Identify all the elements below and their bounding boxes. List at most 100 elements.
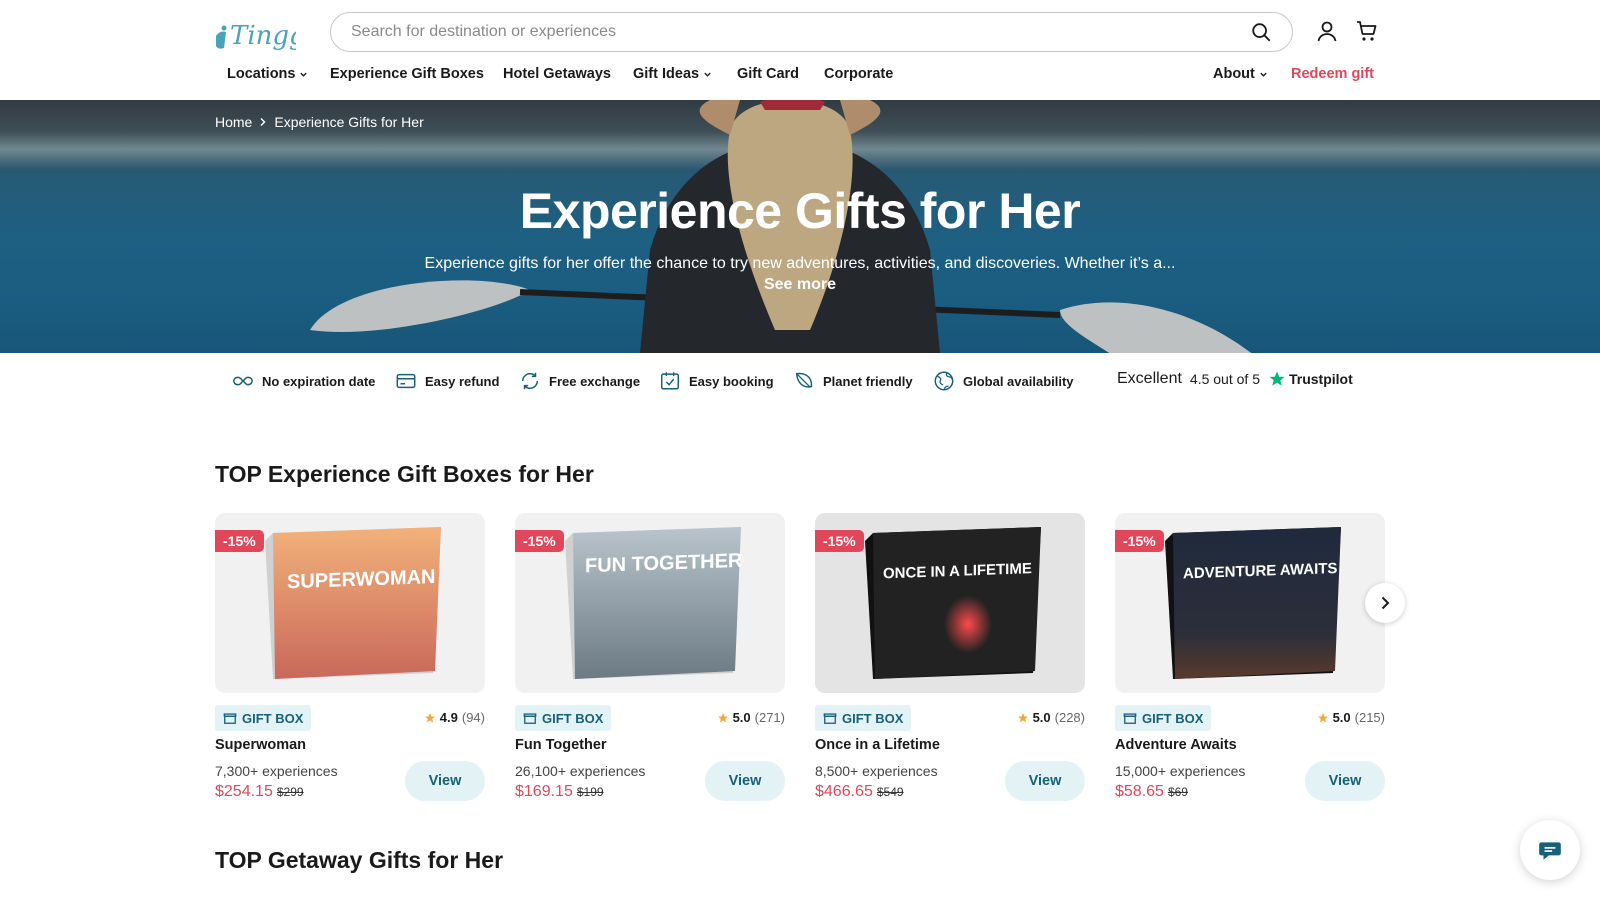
product-card[interactable]: ONCE IN A LIFETIME -15% GIFT BOX 5.0 (22… bbox=[815, 513, 1085, 805]
nav-label: Locations bbox=[227, 66, 296, 82]
trustpilot-brand-label: Trustpilot bbox=[1288, 371, 1353, 387]
rating: 5.0 (215) bbox=[1317, 710, 1385, 725]
chevron-right-icon bbox=[260, 118, 266, 126]
product-name[interactable]: Superwoman bbox=[215, 737, 485, 753]
trustpilot-brand: Trustpilot bbox=[1268, 370, 1353, 388]
original-price: $549 bbox=[876, 785, 904, 799]
current-price: $466.65 bbox=[815, 783, 873, 800]
product-image[interactable]: ADVENTURE AWAITS -15% bbox=[1115, 513, 1385, 693]
view-button[interactable]: View bbox=[705, 761, 785, 801]
tinggly-logo[interactable]: Tinggly bbox=[214, 10, 296, 54]
infinity-icon bbox=[233, 376, 253, 386]
gift-box-badge-label: GIFT BOX bbox=[542, 710, 604, 726]
product-card[interactable]: FUN TOGETHER -15% GIFT BOX 5.0 (271) Fun… bbox=[515, 513, 785, 805]
rating-count: (228) bbox=[1054, 710, 1085, 725]
nav-label: Experience Gift Boxes bbox=[330, 66, 484, 82]
current-price: $169.15 bbox=[515, 783, 573, 800]
usp-label: Planet friendly bbox=[823, 373, 913, 389]
star-icon bbox=[1017, 712, 1028, 722]
cart-icon[interactable] bbox=[1355, 19, 1379, 43]
nav-gift-ideas[interactable]: Gift Ideas bbox=[633, 66, 712, 82]
rating: 5.0 (228) bbox=[1017, 710, 1085, 725]
original-price: $69 bbox=[1167, 785, 1188, 799]
nav-label: About bbox=[1213, 66, 1255, 82]
usp-bar: No expiration date Easy refund Free exch… bbox=[0, 370, 1600, 396]
chevron-right-icon bbox=[1381, 596, 1390, 610]
nav-about[interactable]: About bbox=[1213, 66, 1268, 82]
product-image[interactable]: ONCE IN A LIFETIME -15% bbox=[815, 513, 1085, 693]
nav-hotel-getaways[interactable]: Hotel Getaways bbox=[503, 66, 611, 82]
page-title: Experience Gifts for Her bbox=[519, 183, 1081, 239]
view-button[interactable]: View bbox=[405, 761, 485, 801]
price: $254.15 $299 bbox=[215, 783, 304, 801]
usp-easy-refund: Easy refund bbox=[395, 370, 499, 392]
nav-locations[interactable]: Locations bbox=[227, 66, 308, 82]
see-more-link[interactable]: See more bbox=[0, 276, 1600, 294]
usp-label: Easy booking bbox=[689, 373, 774, 389]
card-icon bbox=[396, 373, 416, 389]
view-button[interactable]: View bbox=[1005, 761, 1085, 801]
product-name[interactable]: Fun Together bbox=[515, 737, 785, 753]
breadcrumb-home[interactable]: Home bbox=[215, 114, 252, 130]
discount-badge: -15% bbox=[215, 530, 264, 552]
experience-count: 7,300+ experiences bbox=[215, 763, 338, 779]
discount-badge: -15% bbox=[815, 530, 864, 552]
chat-button[interactable] bbox=[1520, 820, 1580, 880]
discount-badge: -15% bbox=[515, 530, 564, 552]
breadcrumb: Home Experience Gifts for Her bbox=[215, 114, 424, 130]
product-image[interactable]: SUPERWOMAN -15% bbox=[215, 513, 485, 693]
gift-box-icon bbox=[823, 713, 837, 724]
usp-easy-booking: Easy booking bbox=[659, 370, 774, 392]
price: $58.65 $69 bbox=[1115, 783, 1188, 801]
experience-count: 15,000+ experiences bbox=[1115, 763, 1246, 779]
product-name[interactable]: Once in a Lifetime bbox=[815, 737, 1085, 753]
gift-box-badge: GIFT BOX bbox=[1115, 705, 1212, 731]
chevron-down-icon bbox=[1260, 72, 1267, 77]
carousel-next-button[interactable] bbox=[1365, 583, 1405, 623]
usp-free-exchange: Free exchange bbox=[519, 370, 640, 392]
rating: 5.0 (271) bbox=[717, 710, 785, 725]
chevron-down-icon bbox=[300, 72, 308, 77]
product-image[interactable]: FUN TOGETHER -15% bbox=[515, 513, 785, 693]
usp-global-availability: Global availability bbox=[933, 370, 1074, 392]
search-icon[interactable] bbox=[1250, 21, 1272, 43]
rating: 4.9 (94) bbox=[424, 710, 485, 725]
trustpilot-score: 4.5 out of 5 bbox=[1189, 371, 1260, 387]
chat-icon bbox=[1539, 842, 1561, 860]
experience-count: 26,100+ experiences bbox=[515, 763, 646, 779]
calendar-check-icon bbox=[661, 372, 679, 390]
usp-label: Global availability bbox=[963, 373, 1074, 389]
current-price: $58.65 bbox=[1115, 783, 1164, 800]
usp-no-expiration: No expiration date bbox=[232, 370, 375, 392]
account-icon[interactable] bbox=[1315, 19, 1339, 43]
gift-box-badge: GIFT BOX bbox=[515, 705, 612, 731]
price: $466.65 $549 bbox=[815, 783, 904, 801]
nav-corporate[interactable]: Corporate bbox=[824, 66, 893, 82]
trustpilot-rating-word: Excellent bbox=[1117, 370, 1182, 387]
gift-box-badge: GIFT BOX bbox=[215, 705, 312, 731]
nav-redeem-gift[interactable]: Redeem gift bbox=[1291, 66, 1374, 82]
trustpilot-widget[interactable]: Excellent 4.5 out of 5 Trustpilot bbox=[1117, 370, 1353, 388]
product-name[interactable]: Adventure Awaits bbox=[1115, 737, 1385, 753]
site-header: Tinggly Locations Experience Gift Boxes … bbox=[0, 0, 1600, 100]
leaf-icon bbox=[795, 372, 813, 388]
product-card[interactable]: SUPERWOMAN -15% GIFT BOX 4.9 (94) Superw… bbox=[215, 513, 485, 805]
nav-experience-gift-boxes[interactable]: Experience Gift Boxes bbox=[330, 66, 484, 82]
rating-count: (94) bbox=[461, 710, 485, 725]
nav-gift-card[interactable]: Gift Card bbox=[737, 66, 799, 82]
nav-label: Redeem gift bbox=[1291, 66, 1374, 82]
nav-label: Corporate bbox=[824, 66, 894, 82]
gift-box-badge-label: GIFT BOX bbox=[242, 710, 304, 726]
search-bar[interactable] bbox=[330, 12, 1293, 52]
chevron-down-icon bbox=[704, 72, 711, 77]
nav-label: Gift Card bbox=[737, 66, 800, 82]
nav-label: Hotel Getaways bbox=[503, 66, 611, 82]
rating-count: (271) bbox=[754, 710, 785, 725]
original-price: $299 bbox=[276, 785, 304, 799]
product-card[interactable]: ADVENTURE AWAITS -15% GIFT BOX 5.0 (215)… bbox=[1115, 513, 1385, 805]
search-input[interactable] bbox=[351, 23, 1250, 41]
experience-count: 8,500+ experiences bbox=[815, 763, 938, 779]
view-button[interactable]: View bbox=[1305, 761, 1385, 801]
gift-box-badge-label: GIFT BOX bbox=[842, 710, 904, 726]
rating-value: 4.9 bbox=[439, 710, 458, 725]
